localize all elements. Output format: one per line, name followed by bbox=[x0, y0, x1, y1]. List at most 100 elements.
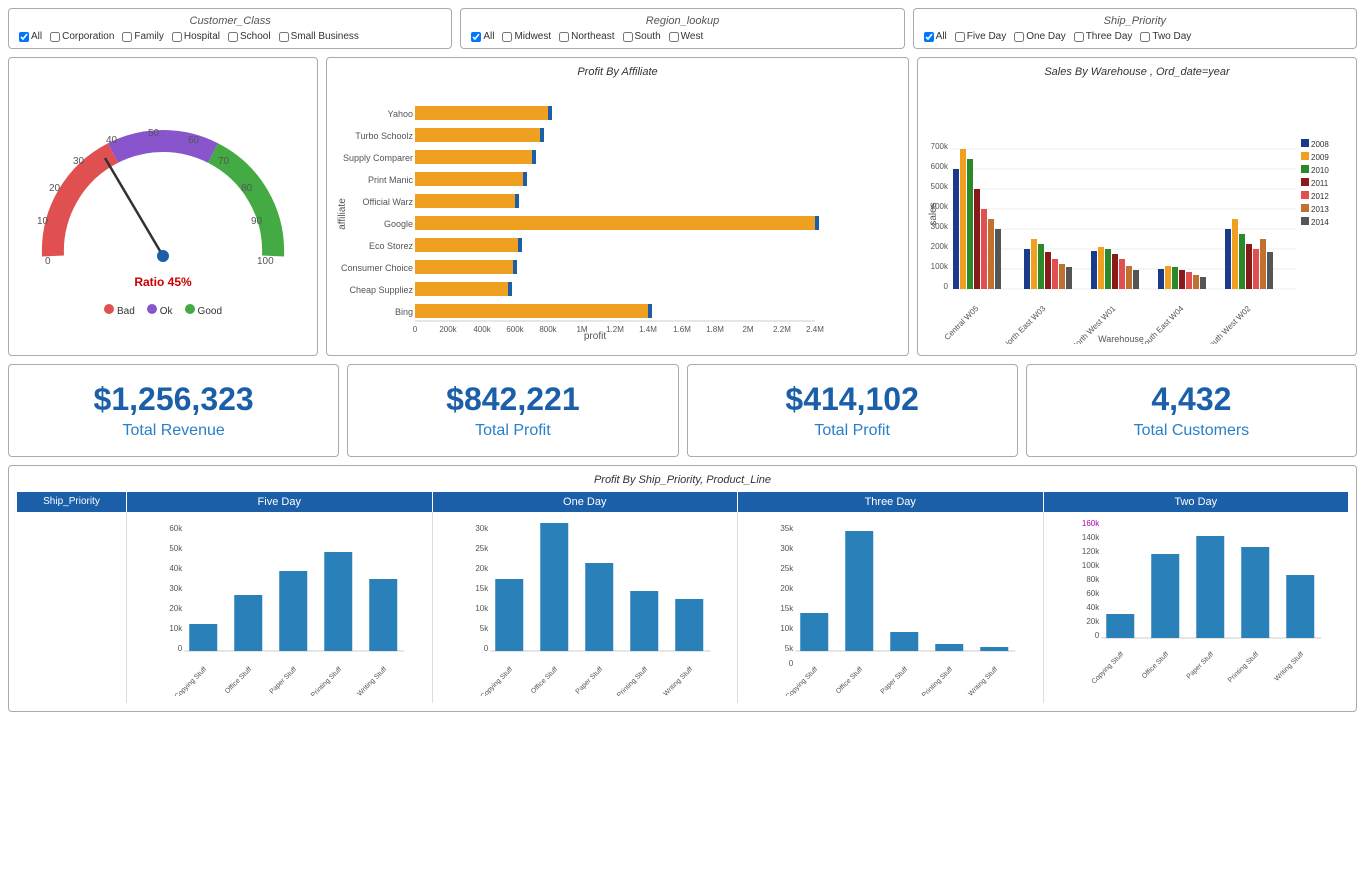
reg-west[interactable]: West bbox=[669, 31, 704, 42]
svg-text:600k: 600k bbox=[506, 325, 524, 334]
svg-text:2M: 2M bbox=[742, 325, 753, 334]
ship-priority-filter: Ship_Priority All Five Day One Day Three… bbox=[913, 8, 1357, 49]
five-day-header: Five Day bbox=[127, 492, 433, 512]
svg-text:Yahoo: Yahoo bbox=[388, 109, 413, 119]
svg-text:100: 100 bbox=[257, 256, 274, 267]
svg-text:2013: 2013 bbox=[1311, 205, 1329, 214]
five-day-svg: 60k 50k 40k 30k 20k 10k 0 Copying Stuff … bbox=[131, 516, 428, 696]
reg-all[interactable]: All bbox=[471, 31, 494, 42]
cc-small-business[interactable]: Small Business bbox=[279, 31, 359, 42]
svg-text:Print Manic: Print Manic bbox=[368, 175, 414, 185]
svg-text:0: 0 bbox=[413, 325, 418, 334]
sp-three-day[interactable]: Three Day bbox=[1074, 31, 1133, 42]
one-day-chart: 30k 25k 20k 15k 10k 5k 0 Copying Stuff O… bbox=[433, 512, 739, 703]
svg-text:Consumer Choice: Consumer Choice bbox=[341, 263, 413, 273]
customer-class-filter: Customer_Class All Corporation Family Ho… bbox=[8, 8, 452, 49]
cc-family[interactable]: Family bbox=[122, 31, 163, 42]
svg-text:Writing Stuff: Writing Stuff bbox=[356, 666, 388, 696]
svg-text:60k: 60k bbox=[169, 524, 183, 533]
kpi-profit2-label: Total Profit bbox=[698, 422, 1007, 440]
charts-row: 0 10 20 30 40 50 60 70 80 90 100 Ratio 4… bbox=[0, 57, 1365, 364]
svg-text:15k: 15k bbox=[475, 584, 489, 593]
cc-school[interactable]: School bbox=[228, 31, 271, 42]
svg-text:100k: 100k bbox=[1081, 561, 1099, 570]
svg-text:0: 0 bbox=[483, 644, 488, 653]
svg-text:60: 60 bbox=[188, 135, 200, 146]
svg-text:20: 20 bbox=[49, 183, 61, 194]
svg-text:1.4M: 1.4M bbox=[639, 325, 657, 334]
svg-text:2012: 2012 bbox=[1311, 192, 1329, 201]
svg-text:10k: 10k bbox=[780, 624, 794, 633]
cc-corporation[interactable]: Corporation bbox=[50, 31, 114, 42]
svg-text:North East W03: North East W03 bbox=[1001, 304, 1048, 344]
kpi-profit2-value: $414,102 bbox=[698, 381, 1007, 418]
svg-text:Printing Stuff: Printing Stuff bbox=[310, 666, 343, 696]
reg-south[interactable]: South bbox=[623, 31, 661, 42]
reg-northeast[interactable]: Northeast bbox=[559, 31, 614, 42]
kpi-customers-label: Total Customers bbox=[1037, 422, 1346, 440]
svg-text:40k: 40k bbox=[1086, 603, 1100, 612]
kpi-revenue-value: $1,256,323 bbox=[19, 381, 328, 418]
svg-text:1M: 1M bbox=[576, 325, 587, 334]
svg-text:5k: 5k bbox=[479, 624, 488, 633]
two-day-header: Two Day bbox=[1044, 492, 1349, 512]
svg-text:Google: Google bbox=[384, 219, 413, 229]
svg-text:2009: 2009 bbox=[1311, 153, 1329, 162]
region-filter: Region_lookup All Midwest Northeast Sout… bbox=[460, 8, 904, 49]
svg-text:Writing Stuff: Writing Stuff bbox=[967, 666, 999, 696]
svg-text:1.6M: 1.6M bbox=[673, 325, 691, 334]
svg-text:Paper Stuff: Paper Stuff bbox=[574, 666, 604, 696]
northwest-w01 bbox=[1091, 247, 1139, 289]
svg-text:Bing: Bing bbox=[395, 307, 413, 317]
svg-text:160k: 160k bbox=[1081, 519, 1099, 528]
svg-text:1.8M: 1.8M bbox=[706, 325, 724, 334]
southwest-w02 bbox=[1225, 219, 1273, 289]
sp-one-day[interactable]: One Day bbox=[1014, 31, 1065, 42]
svg-text:Paper Stuff: Paper Stuff bbox=[880, 666, 910, 696]
svg-text:60k: 60k bbox=[1086, 589, 1100, 598]
northeast-w03 bbox=[1024, 239, 1072, 289]
svg-text:15k: 15k bbox=[780, 604, 794, 613]
svg-text:Cheap Suppliez: Cheap Suppliez bbox=[349, 285, 413, 295]
three-day-svg: 35k 30k 25k 20k 15k 10k 5k 0 Copying Stu… bbox=[742, 516, 1039, 696]
kpi-revenue-label: Total Revenue bbox=[19, 422, 328, 440]
svg-text:Printing Stuff: Printing Stuff bbox=[1226, 651, 1259, 684]
svg-text:10k: 10k bbox=[169, 624, 183, 633]
kpi-profit1: $842,221 Total Profit bbox=[347, 364, 678, 457]
svg-text:400k: 400k bbox=[931, 202, 949, 211]
svg-text:30k: 30k bbox=[475, 524, 489, 533]
kpi-row: $1,256,323 Total Revenue $842,221 Total … bbox=[0, 364, 1365, 465]
sp-five-day[interactable]: Five Day bbox=[955, 31, 1006, 42]
customer-class-title: Customer_Class bbox=[19, 15, 441, 27]
svg-text:35k: 35k bbox=[780, 524, 794, 533]
svg-text:700k: 700k bbox=[931, 142, 949, 151]
five-day-chart: 60k 50k 40k 30k 20k 10k 0 Copying Stuff … bbox=[127, 512, 433, 703]
svg-text:20k: 20k bbox=[1086, 617, 1100, 626]
bottom-header: Ship_Priority Five Day One Day Three Day… bbox=[17, 492, 1348, 512]
cc-hospital[interactable]: Hospital bbox=[172, 31, 220, 42]
region-title: Region_lookup bbox=[471, 15, 893, 27]
svg-text:Printing Stuff: Printing Stuff bbox=[615, 666, 648, 696]
svg-text:400k: 400k bbox=[473, 325, 491, 334]
svg-text:Ratio 45%: Ratio 45% bbox=[134, 275, 192, 289]
ship-priority-axis bbox=[17, 512, 127, 703]
svg-text:30k: 30k bbox=[169, 584, 183, 593]
svg-text:140k: 140k bbox=[1081, 533, 1099, 542]
svg-text:25k: 25k bbox=[475, 544, 489, 553]
one-day-header: One Day bbox=[433, 492, 739, 512]
sp-all[interactable]: All bbox=[924, 31, 947, 42]
svg-text:50: 50 bbox=[148, 128, 160, 139]
kpi-profit2: $414,102 Total Profit bbox=[687, 364, 1018, 457]
affiliate-svg: affiliate profit Yahoo Turbo Schoolz Sup… bbox=[335, 84, 825, 344]
svg-text:10: 10 bbox=[37, 216, 49, 227]
cc-all[interactable]: All bbox=[19, 31, 42, 42]
svg-text:Office Stuff: Office Stuff bbox=[529, 666, 558, 695]
region-options: All Midwest Northeast South West bbox=[471, 31, 893, 42]
central-w05 bbox=[953, 149, 1001, 289]
svg-text:120k: 120k bbox=[1081, 547, 1099, 556]
kpi-customers-value: 4,432 bbox=[1037, 381, 1346, 418]
svg-text:2011: 2011 bbox=[1311, 179, 1329, 188]
kpi-customers: 4,432 Total Customers bbox=[1026, 364, 1357, 457]
sp-two-day[interactable]: Two Day bbox=[1140, 31, 1191, 42]
reg-midwest[interactable]: Midwest bbox=[502, 31, 551, 42]
